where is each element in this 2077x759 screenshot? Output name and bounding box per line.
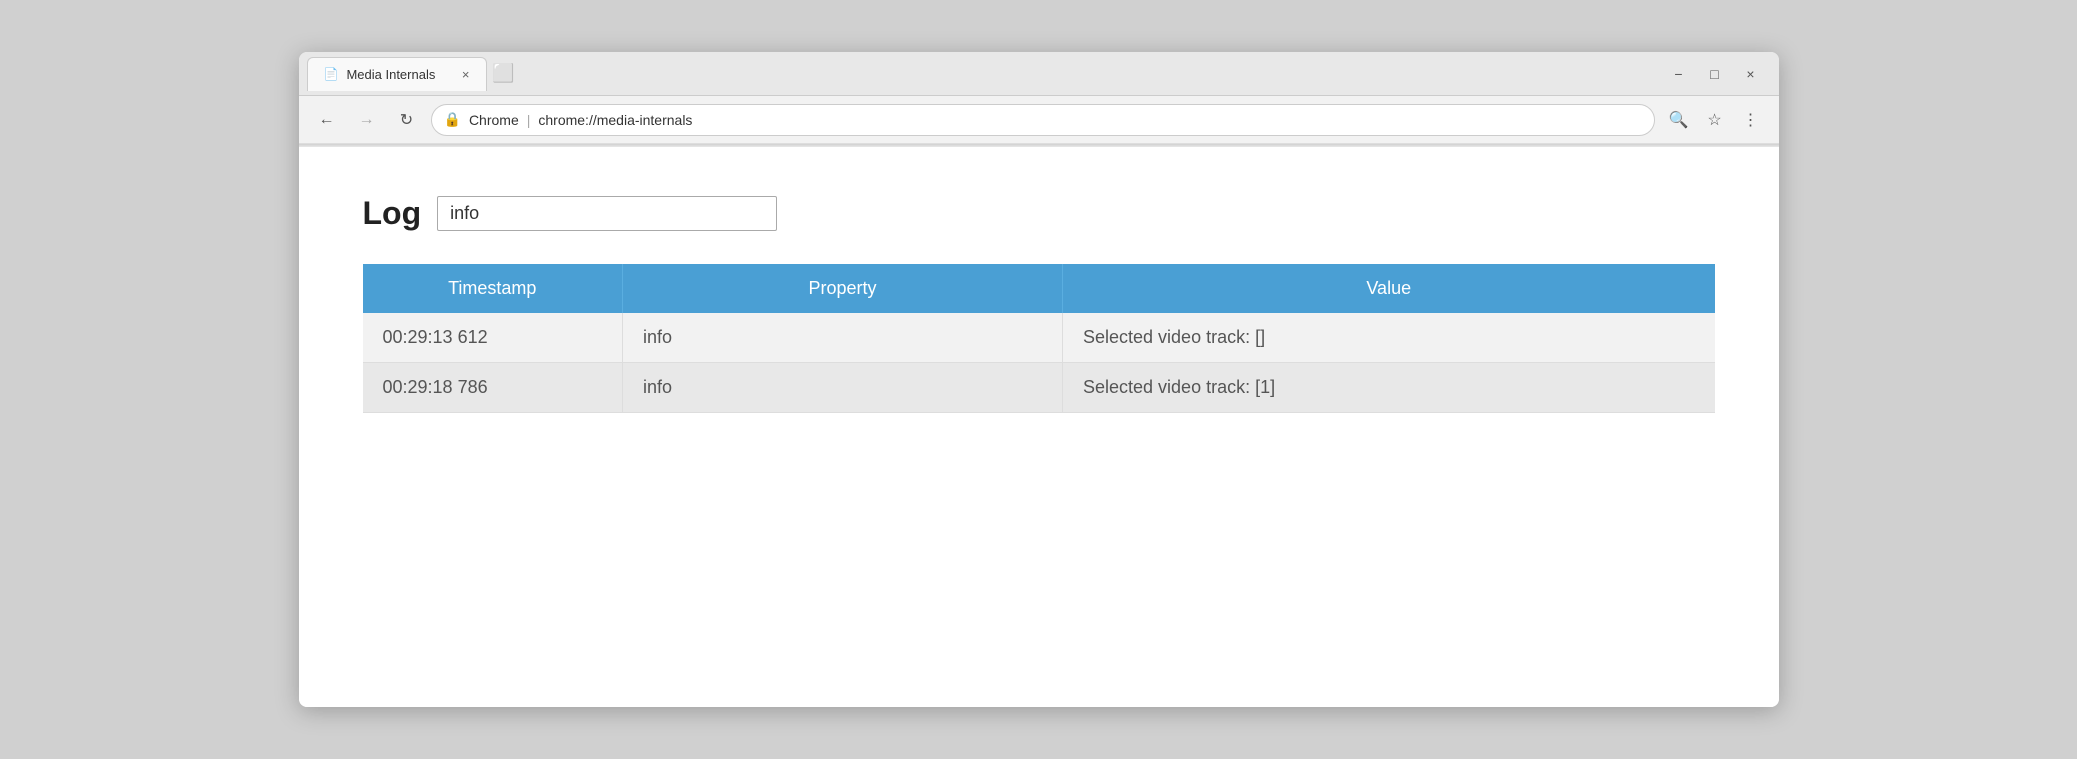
address-separator: | [527, 112, 531, 128]
address-bar[interactable]: 🔒 Chrome | chrome://media-internals [431, 104, 1655, 136]
menu-button[interactable]: ⋮ [1735, 104, 1767, 136]
bookmark-button[interactable]: ☆ [1699, 104, 1731, 136]
log-section: Log [363, 195, 1715, 232]
forward-button[interactable]: → [351, 104, 383, 136]
tab-close-button[interactable]: × [462, 67, 470, 82]
table-row: 00:29:18 786 info Selected video track: … [363, 363, 1715, 413]
tab-icon: 📄 [324, 67, 339, 81]
table-header: Timestamp Property Value [363, 264, 1715, 313]
property-column-header: Property [623, 264, 1063, 313]
log-filter-input[interactable] [437, 196, 777, 231]
table-header-row: Timestamp Property Value [363, 264, 1715, 313]
minimize-button[interactable]: − [1667, 62, 1691, 86]
value-column-header: Value [1063, 264, 1715, 313]
new-tab-icon: ⬜ [492, 63, 514, 84]
security-icon: 🔒 [444, 111, 461, 128]
browser-tab[interactable]: 📄 Media Internals × [307, 57, 487, 91]
log-label: Log [363, 195, 422, 232]
log-table: Timestamp Property Value 00:29:13 612 in… [363, 264, 1715, 413]
maximize-button[interactable]: □ [1703, 62, 1727, 86]
property-cell: info [623, 313, 1063, 363]
title-bar: 📄 Media Internals × ⬜ − □ × [299, 52, 1779, 96]
value-cell: Selected video track: [] [1063, 313, 1715, 363]
browser-window: 📄 Media Internals × ⬜ − □ × ← → ↻ 🔒 Chro… [299, 52, 1779, 707]
page-content: Log Timestamp Property Value 00:29:13 61… [299, 147, 1779, 707]
timestamp-cell: 00:29:18 786 [363, 363, 623, 413]
back-button[interactable]: ← [311, 104, 343, 136]
reload-button[interactable]: ↻ [391, 104, 423, 136]
toolbar-actions: 🔍 ☆ ⋮ [1663, 104, 1767, 136]
address-url: chrome://media-internals [538, 112, 692, 128]
value-cell: Selected video track: [1] [1063, 363, 1715, 413]
table-body: 00:29:13 612 info Selected video track: … [363, 313, 1715, 413]
close-button[interactable]: × [1739, 62, 1763, 86]
toolbar: ← → ↻ 🔒 Chrome | chrome://media-internal… [299, 96, 1779, 144]
timestamp-column-header: Timestamp [363, 264, 623, 313]
table-row: 00:29:13 612 info Selected video track: … [363, 313, 1715, 363]
timestamp-cell: 00:29:13 612 [363, 313, 623, 363]
window-controls: − □ × [1667, 62, 1771, 86]
browser-brand: Chrome [469, 112, 519, 128]
zoom-button[interactable]: 🔍 [1663, 104, 1695, 136]
property-cell: info [623, 363, 1063, 413]
new-tab-button[interactable]: ⬜ [487, 57, 521, 91]
tab-area: 📄 Media Internals × ⬜ [307, 57, 1667, 91]
tab-title: Media Internals [346, 67, 435, 82]
